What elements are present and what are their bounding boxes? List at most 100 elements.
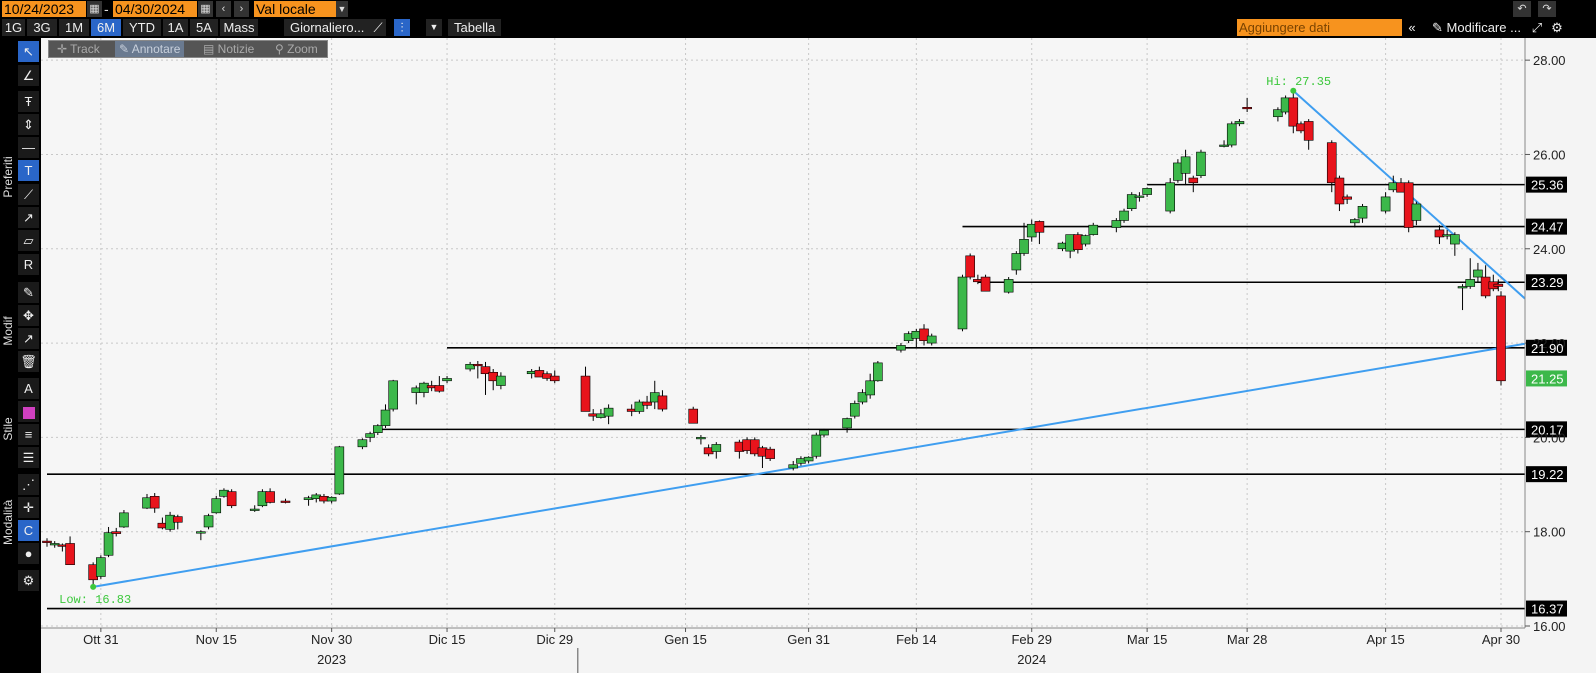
pointer-icon[interactable]: ↖: [18, 41, 39, 62]
track-tool[interactable]: ✛ Track: [53, 41, 104, 57]
candle-body: [549, 375, 560, 382]
gear-icon[interactable]: ⚙: [1550, 19, 1564, 36]
x-tick-label: Apr 15: [1366, 632, 1404, 647]
candle-body: [1019, 239, 1029, 254]
font-icon[interactable]: A: [18, 378, 39, 399]
horizontal-line-icon[interactable]: —: [18, 137, 39, 158]
calendar-icon[interactable]: ▦: [198, 1, 213, 17]
candle-body: [657, 395, 668, 410]
r-tool-icon[interactable]: R: [18, 254, 39, 275]
add-data-input[interactable]: Aggiungere dati: [1237, 19, 1402, 36]
trash-icon[interactable]: 🗑: [18, 351, 39, 372]
currency-label: Val locale: [256, 1, 316, 17]
candle-body: [149, 496, 160, 509]
gear-icon[interactable]: ⚙: [18, 570, 39, 591]
trendline-icon[interactable]: ⟋: [18, 184, 39, 205]
candle-body: [265, 491, 275, 503]
candle-body: [1465, 279, 1476, 287]
line-style-icon[interactable]: ☰: [18, 447, 39, 468]
candle-body: [642, 401, 652, 406]
currency-select[interactable]: Val locale ▼: [254, 1, 348, 17]
next-arrow-icon[interactable]: ›: [234, 1, 249, 17]
annotate-label: Annotare: [131, 42, 181, 56]
hi-label: Hi: 27.35: [1266, 75, 1331, 89]
undo-icon[interactable]: ↶: [1513, 1, 1531, 17]
candle-body: [96, 557, 106, 577]
candle-body: [365, 433, 375, 438]
x-tick-label: Gen 31: [787, 632, 830, 647]
dropdown-arrow-icon[interactable]: ▼: [426, 19, 442, 36]
sidebar-section-label: Modalità: [1, 499, 15, 545]
period-tab-5a[interactable]: 5A: [190, 19, 218, 36]
palette-icon[interactable]: ●: [18, 543, 39, 564]
candle-body: [1411, 203, 1422, 221]
candle-body: [103, 532, 114, 556]
draw-line-icon[interactable]: ∠: [18, 65, 39, 86]
candle-body: [357, 439, 368, 448]
pen-icon[interactable]: ✎: [18, 282, 39, 303]
news-tool[interactable]: ▤ Notizie: [199, 41, 258, 57]
candle-body: [957, 276, 968, 330]
candle-body: [1496, 295, 1506, 382]
zoom-tool[interactable]: ⚲ Zoom: [271, 41, 322, 57]
level-value-label: 23.29: [1531, 275, 1564, 290]
collapse-icon[interactable]: «: [1404, 19, 1420, 36]
fibonacci-icon[interactable]: Ŧ: [18, 91, 39, 112]
channel-icon[interactable]: ▱: [18, 230, 39, 251]
candle-body: [1288, 97, 1299, 127]
period-tab-ytd[interactable]: YTD: [123, 19, 161, 36]
annotation-toolbar: ✛ Track ✎ Annotare ▤ Notizie ⚲ Zoom: [48, 40, 328, 58]
search-icon: ⚲: [275, 42, 288, 56]
year-label: 2023: [317, 652, 346, 667]
crosshair-icon[interactable]: ⋰: [18, 474, 39, 495]
candle-body: [326, 496, 337, 502]
line-chart-icon[interactable]: ⟋: [370, 19, 386, 36]
frequency-select[interactable]: Giornaliero...: [284, 19, 371, 36]
annotate-tool[interactable]: ✎ Annotare: [115, 41, 185, 57]
period-tab-6m[interactable]: 6M: [91, 19, 121, 36]
period-tab-1a[interactable]: 1A: [163, 19, 188, 36]
candle-body: [1234, 121, 1245, 125]
period-tab-1m[interactable]: 1M: [59, 19, 89, 36]
candle-body: [896, 345, 906, 351]
table-tab[interactable]: Tabella: [448, 19, 502, 36]
candle-body: [1493, 283, 1504, 287]
text-icon[interactable]: T: [18, 160, 39, 181]
sidebar-section-label: Modif: [1, 316, 15, 346]
candle-body: [65, 543, 75, 565]
expand-icon[interactable]: ⤢: [1530, 19, 1544, 36]
start-date-field[interactable]: 10/24/2023: [2, 1, 86, 17]
line-weight-icon[interactable]: ≡: [18, 424, 39, 445]
candle-body: [380, 409, 391, 426]
end-date-field[interactable]: 04/30/2024: [113, 1, 197, 17]
move-icon[interactable]: ✥: [18, 305, 39, 326]
news-label: Notizie: [217, 42, 255, 56]
candle-body: [696, 437, 706, 440]
candle-body: [1119, 210, 1129, 221]
calendar-icon[interactable]: ▦: [87, 1, 102, 17]
candlestick-icon[interactable]: ⫶: [394, 19, 410, 36]
prev-arrow-icon[interactable]: ‹: [216, 1, 231, 17]
period-tab-3g[interactable]: 3G: [27, 19, 57, 36]
sidebar-section-label: Stile: [1, 417, 15, 441]
edit-button[interactable]: ✎ Modificare ...: [1426, 19, 1527, 36]
candle-body: [1303, 121, 1314, 141]
magnet-icon[interactable]: C: [18, 520, 39, 541]
select-icon[interactable]: ↗: [18, 328, 39, 349]
cursor-icon[interactable]: ✛: [18, 497, 39, 518]
date-separator: -: [104, 1, 109, 17]
period-tab-mass[interactable]: Mass: [220, 19, 258, 36]
candle-body: [434, 385, 445, 392]
price-chart[interactable]: Hi: 27.35Low: 16.8316.0018.0020.0022.002…: [41, 38, 1596, 673]
x-tick-label: Gen 15: [664, 632, 707, 647]
ray-icon[interactable]: ↗: [18, 207, 39, 228]
levels-icon[interactable]: ⇕: [18, 114, 39, 135]
candle-body: [226, 491, 237, 507]
x-tick-label: Dic 15: [429, 632, 466, 647]
period-tab-1g[interactable]: 1G: [2, 19, 25, 36]
color-icon[interactable]: [18, 401, 39, 422]
crosshair-icon: ✛: [57, 42, 71, 56]
candle-body: [688, 408, 699, 424]
level-value-label: 24.47: [1531, 220, 1564, 235]
redo-icon[interactable]: ↷: [1538, 1, 1556, 17]
